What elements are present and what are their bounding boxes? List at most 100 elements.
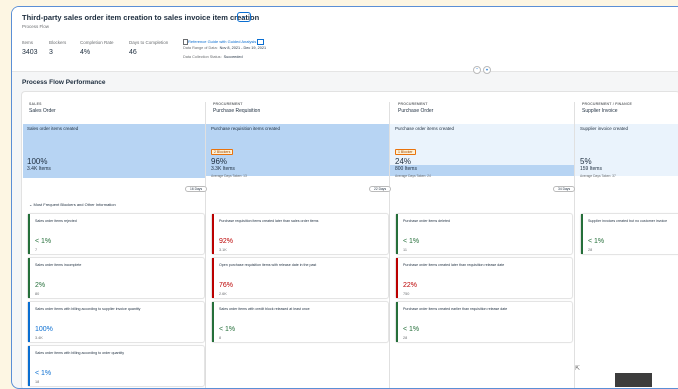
card-title: Purchase requisition items created later… — [219, 219, 319, 223]
band-label: Sales order items created — [27, 126, 79, 131]
status-bar — [396, 258, 398, 298]
kpi-completion-label: Completion Rate — [80, 40, 114, 45]
avg-days: Average Days Taken: 13 — [211, 174, 247, 178]
days-between-badge[interactable]: 16 Days — [185, 186, 208, 192]
card-title: Sales order items with billing according… — [35, 351, 125, 355]
frequent-blockers-toggle[interactable]: ⌄ Most Frequent Blockers and Other Infor… — [29, 202, 116, 207]
kpi-days-value: 46 — [129, 49, 137, 56]
step-sales-order[interactable]: SALES Sales Order — [29, 102, 56, 114]
blocker-badge[interactable]: 2 Blockers — [211, 149, 234, 155]
card-title: Purchase order items created later than … — [403, 263, 505, 267]
step-items: 159 Items — [580, 166, 602, 172]
step-category: PROCUREMENT — [213, 102, 243, 106]
band-label: Purchase order items created — [395, 126, 455, 131]
collapse-header-icon[interactable]: ⌃ — [473, 66, 481, 74]
step-percentage: 5% — [580, 157, 592, 166]
step-supplier-invoice[interactable]: PROCUREMENT / FINANCE Supplier Invoice — [582, 102, 632, 114]
card-count: 2.6K — [219, 292, 227, 296]
step-name: Supplier Invoice — [582, 108, 618, 114]
blocker-card[interactable]: Sales order items with credit block rele… — [211, 301, 389, 343]
kpi-items-label: Items — [22, 40, 34, 45]
status-bar — [396, 302, 398, 342]
pin-header-icon[interactable]: ⌖ — [483, 66, 491, 74]
page-subtitle: Process Flow — [22, 24, 50, 29]
section-title: Process Flow Performance — [22, 79, 106, 86]
card-value: < 1% — [588, 238, 605, 245]
blocker-card[interactable]: Sales order items with billing according… — [27, 301, 205, 343]
card-count: 7 — [35, 248, 38, 252]
card-count: 8 — [219, 336, 222, 340]
status-bar — [212, 258, 214, 298]
mouse-cursor-icon: ⇱ — [575, 366, 581, 372]
step-items: 800 Items — [395, 166, 417, 172]
collection-status: Data Collection Status: Succeeded — [183, 55, 243, 59]
step-category: PROCUREMENT — [398, 102, 428, 106]
page-header: Third-party sales order item creation to… — [12, 7, 678, 74]
card-title: Sales order items rejected — [35, 219, 77, 223]
card-count: 28 — [588, 248, 593, 252]
card-count: 18 — [35, 380, 40, 384]
card-count: 80 — [35, 292, 40, 296]
blocker-card[interactable]: Purchase requisition items created later… — [211, 213, 389, 255]
title-dropdown-icon[interactable]: ⌄ — [237, 12, 251, 22]
page-title: Third-party sales order item creation to… — [22, 13, 260, 22]
blocker-card[interactable]: Supplier invoices created but no custome… — [580, 213, 678, 255]
card-count: 11 — [403, 248, 407, 252]
chevron-down-icon: ⌄ — [29, 202, 33, 207]
card-value: 22% — [403, 282, 418, 289]
card-value: < 1% — [219, 326, 236, 333]
step-category: SALES — [29, 102, 42, 106]
blocker-card[interactable]: Open purchase requisition items with rel… — [211, 257, 389, 299]
date-range-value: Nov 8, 2021 - Dec 19, 2021 — [219, 46, 267, 50]
card-title: Purchase order items deleted — [403, 219, 450, 223]
card-title: Sales order items incomplete — [35, 263, 82, 267]
status-bar — [28, 302, 30, 342]
card-value: 2% — [35, 282, 46, 289]
band-label: Purchase requisition items created — [211, 126, 281, 131]
card-title: Sales order items with billing according… — [35, 307, 141, 311]
blocker-card[interactable]: Sales order items rejected < 1% 7 — [27, 213, 205, 255]
step-purchase-order[interactable]: PROCUREMENT Purchase Order — [398, 102, 433, 114]
card-title: Sales order items with credit block rele… — [219, 307, 310, 311]
status-bar — [396, 214, 398, 254]
kpi-days-label: Days to Completion — [129, 40, 169, 45]
step-name: Purchase Order — [398, 108, 434, 114]
step-items: 3.4K Items — [27, 166, 51, 172]
process-flow-panel: SALES Sales Order PROCUREMENT Purchase R… — [21, 91, 678, 388]
kpi-blockers-value: 3 — [49, 49, 53, 56]
card-value: < 1% — [403, 238, 420, 245]
card-value: 76% — [219, 282, 234, 289]
card-value: 100% — [35, 326, 53, 333]
collection-status-label: Data Collection Status: — [183, 55, 222, 59]
status-bar — [28, 214, 30, 254]
card-title: Purchase order items created earlier tha… — [403, 307, 508, 311]
status-bar — [212, 302, 214, 342]
card-count: 750 — [403, 292, 410, 296]
kpi-items-value: 3403 — [22, 49, 38, 56]
step-items: 3.3K Items — [211, 166, 235, 172]
blocker-badge[interactable]: 1 Blocker — [395, 149, 416, 155]
step-name: Sales Order — [29, 108, 56, 114]
band-label: Supplier invoice created — [580, 126, 629, 131]
blocker-card[interactable]: Sales order items with billing according… — [27, 345, 205, 387]
card-title: Open purchase requisition items with rel… — [219, 263, 317, 267]
blocker-card[interactable]: Purchase order items created earlier tha… — [395, 301, 573, 343]
card-count: 3.4K — [35, 336, 43, 340]
days-between-badge[interactable]: 34 Days — [553, 186, 576, 192]
frequent-blockers-label: Most Frequent Blockers and Other Informa… — [33, 202, 116, 207]
blocker-card[interactable]: Purchase order items deleted < 1% 11 — [395, 213, 573, 255]
step-name: Purchase Requisition — [213, 108, 261, 114]
reference-guide-link[interactable]: Reference Guide with Guided Analysis — [188, 39, 265, 45]
blocker-card[interactable]: Sales order items incomplete 2% 80 — [27, 257, 205, 299]
status-bar — [212, 214, 214, 254]
kpi-completion-value: 4% — [80, 49, 91, 56]
status-bar — [28, 258, 30, 298]
date-range-label: Data Range of Data: — [183, 46, 218, 50]
step-purchase-requisition[interactable]: PROCUREMENT Purchase Requisition — [213, 102, 260, 114]
card-value: < 1% — [35, 370, 52, 377]
card-value: 92% — [219, 238, 234, 245]
step-category: PROCUREMENT / FINANCE — [582, 102, 633, 106]
app-window: Third-party sales order item creation to… — [11, 6, 678, 389]
blocker-card[interactable]: Purchase order items created later than … — [395, 257, 573, 299]
days-between-badge[interactable]: 22 Days — [369, 186, 392, 192]
